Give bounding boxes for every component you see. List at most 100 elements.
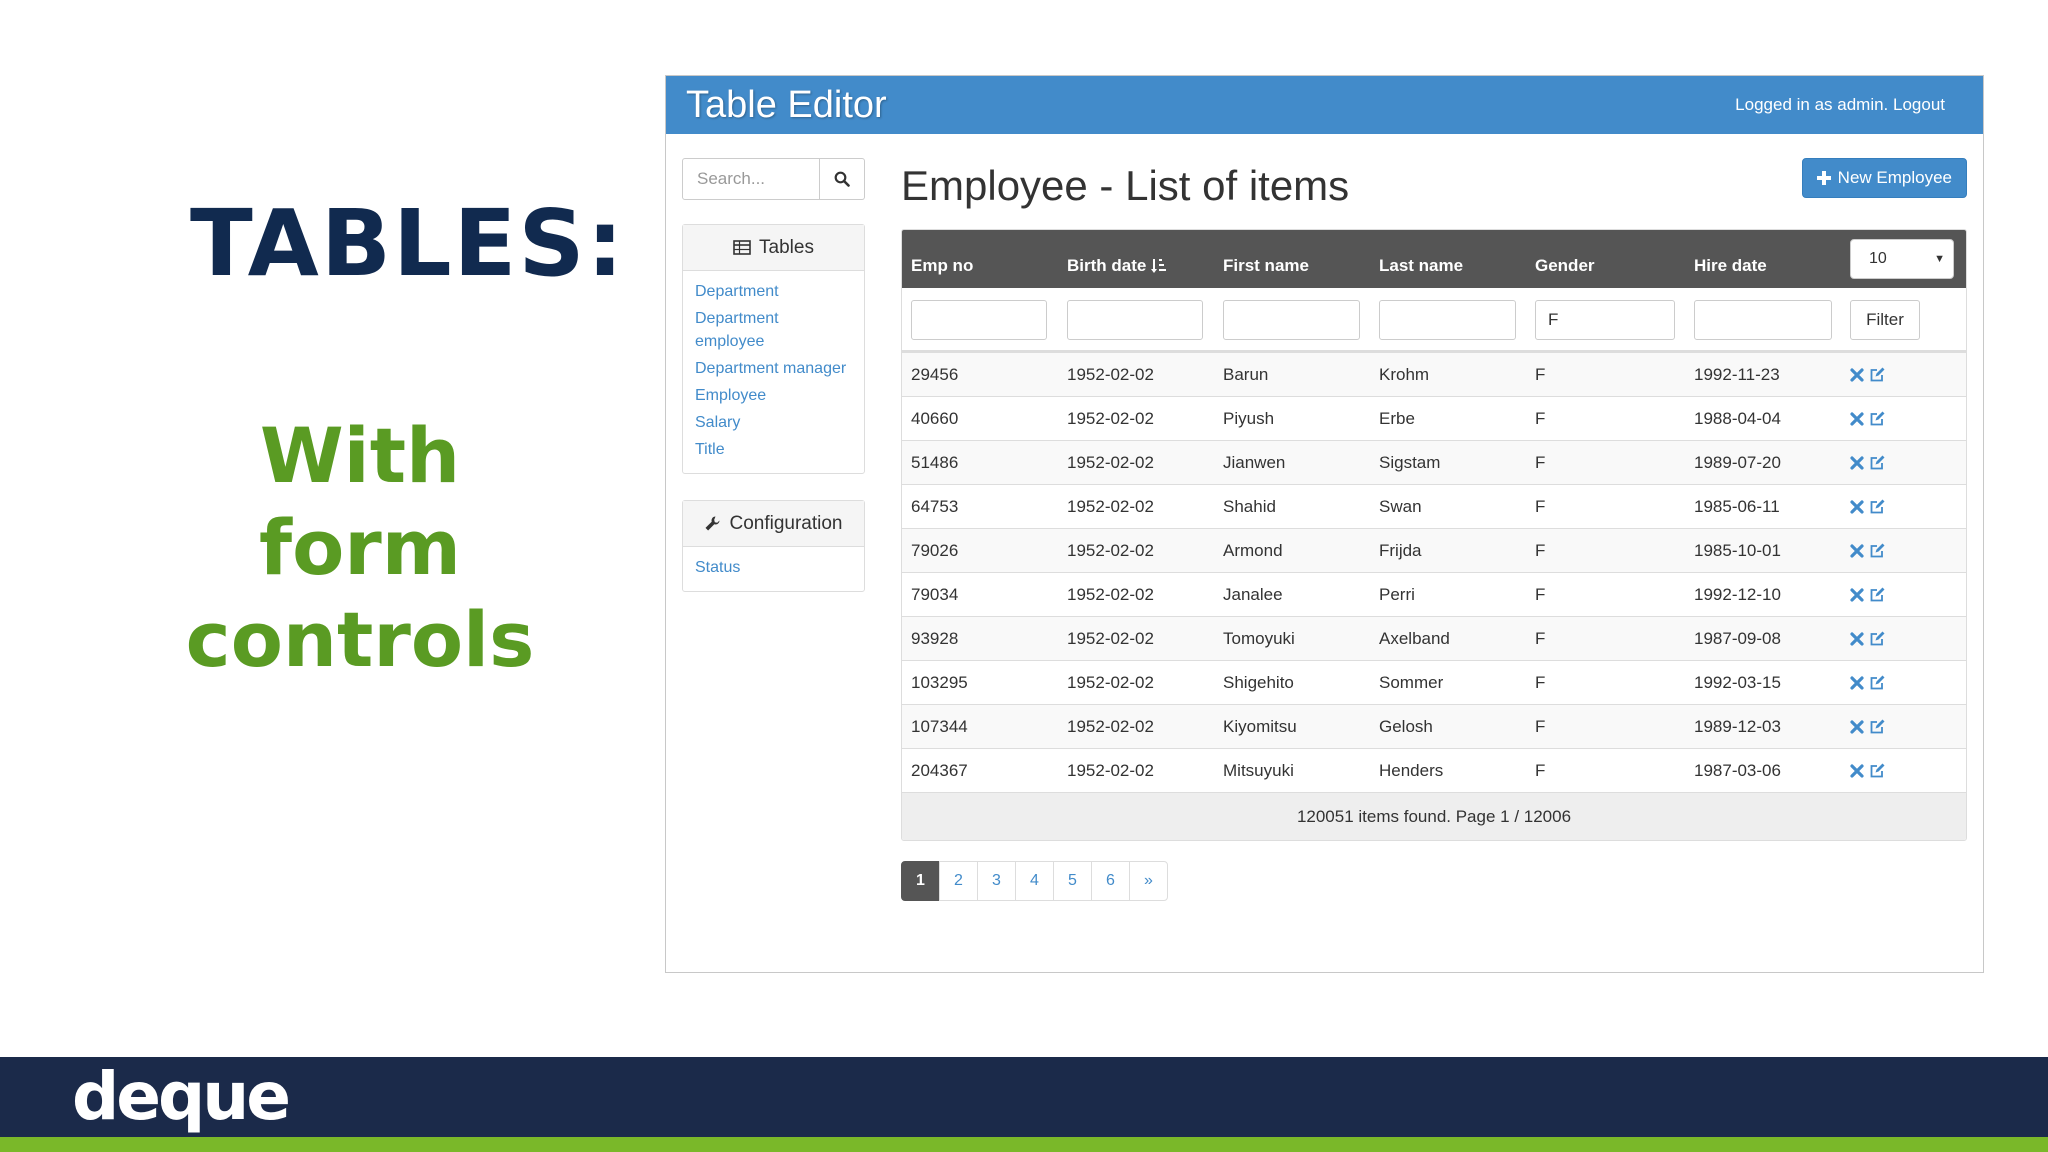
delete-icon[interactable] (1850, 719, 1864, 734)
cell-birth-date: 1952-02-02 (1067, 540, 1154, 560)
cell-last-name: Axelband (1379, 628, 1450, 648)
row-actions (1850, 529, 1885, 572)
table-icon (733, 240, 751, 255)
row-actions (1850, 353, 1885, 396)
sidebar-item-salary[interactable]: Salary (695, 411, 852, 434)
delete-icon[interactable] (1850, 411, 1864, 426)
cell-emp-no: 103295 (911, 672, 968, 692)
sidebar-item-employee[interactable]: Employee (695, 384, 852, 407)
delete-icon[interactable] (1850, 499, 1864, 514)
filter-input-gender[interactable]: F (1535, 300, 1675, 340)
delete-icon[interactable] (1850, 763, 1864, 778)
cell-gender: F (1535, 364, 1546, 384)
table-row: 107344 1952-02-02 Kiyomitsu Gelosh F 1989-12-… (902, 704, 1966, 748)
page-size-select[interactable]: 10 ▼ (1850, 239, 1954, 279)
app-title[interactable]: Table Editor (686, 84, 887, 127)
pagination-page-3[interactable]: 3 (977, 861, 1016, 901)
login-status[interactable]: Logged in as admin. Logout (1735, 95, 1945, 115)
filter-input-first-name[interactable] (1223, 300, 1360, 340)
pagination-page-4[interactable]: 4 (1015, 861, 1054, 901)
delete-icon[interactable] (1850, 543, 1864, 558)
edit-icon[interactable] (1869, 455, 1885, 471)
edit-icon[interactable] (1869, 543, 1885, 559)
cell-gender: F (1535, 496, 1546, 516)
sidebar-item-department-manager[interactable]: Department manager (695, 357, 852, 380)
cell-hire-date: 1992-12-10 (1694, 584, 1781, 604)
table-row: 93928 1952-02-02 Tomoyuki Axelband F 1987-09-… (902, 616, 1966, 660)
delete-icon[interactable] (1850, 675, 1864, 690)
cell-first-name: Tomoyuki (1223, 628, 1295, 648)
row-actions (1850, 617, 1885, 660)
search-group: Search... (682, 158, 865, 200)
cell-birth-date: 1952-02-02 (1067, 364, 1154, 384)
pagination-page-5[interactable]: 5 (1053, 861, 1092, 901)
table-header: Emp no Birth date First name Last name G… (902, 230, 1966, 288)
row-actions (1850, 485, 1885, 528)
configuration-panel: Configuration Status (682, 500, 865, 592)
row-actions (1850, 705, 1885, 748)
filter-row: F Filter (902, 288, 1966, 352)
sidebar-item-title[interactable]: Title (695, 438, 852, 461)
edit-icon[interactable] (1869, 675, 1885, 691)
cell-hire-date: 1992-03-15 (1694, 672, 1781, 692)
edit-icon[interactable] (1869, 499, 1885, 515)
cell-emp-no: 79034 (911, 584, 959, 604)
column-header-emp-no[interactable]: Emp no (911, 230, 973, 288)
cell-hire-date: 1987-09-08 (1694, 628, 1781, 648)
filter-input-emp-no[interactable] (911, 300, 1047, 340)
cell-first-name: Kiyomitsu (1223, 716, 1297, 736)
delete-icon[interactable] (1850, 455, 1864, 470)
table-row: 64753 1952-02-02 Shahid Swan F 1985-06-11 (902, 484, 1966, 528)
edit-icon[interactable] (1869, 367, 1885, 383)
row-actions (1850, 397, 1885, 440)
pagination-page-2[interactable]: 2 (939, 861, 978, 901)
delete-icon[interactable] (1850, 587, 1864, 602)
configuration-panel-heading: Configuration (683, 501, 864, 547)
column-header-gender[interactable]: Gender (1535, 230, 1595, 288)
plus-icon (1816, 171, 1831, 185)
delete-icon[interactable] (1850, 631, 1864, 646)
cell-hire-date: 1992-11-23 (1694, 364, 1780, 384)
filter-input-last-name[interactable] (1379, 300, 1516, 340)
pagination: 1 2 3 4 5 6» (901, 861, 1168, 901)
sidebar-item-department-employee[interactable]: Department employee (695, 307, 852, 353)
row-actions (1850, 441, 1885, 484)
column-header-hire-date[interactable]: Hire date (1694, 230, 1767, 288)
cell-emp-no: 79026 (911, 540, 959, 560)
cell-hire-date: 1985-06-11 (1694, 496, 1780, 516)
edit-icon[interactable] (1869, 719, 1885, 735)
column-header-last-name[interactable]: Last name (1379, 230, 1463, 288)
filter-input-hire-date[interactable] (1694, 300, 1832, 340)
table-row: 29456 1952-02-02 Barun Krohm F 1992-11-23 (902, 352, 1966, 396)
table-row: 40660 1952-02-02 Piyush Erbe F 1988-04-04 (902, 396, 1966, 440)
cell-birth-date: 1952-02-02 (1067, 716, 1154, 736)
column-header-first-name[interactable]: First name (1223, 230, 1309, 288)
edit-icon[interactable] (1869, 763, 1885, 779)
cell-first-name: Mitsuyuki (1223, 760, 1294, 780)
edit-icon[interactable] (1869, 631, 1885, 647)
edit-icon[interactable] (1869, 587, 1885, 603)
app-header: Table Editor Logged in as admin. Logout (666, 76, 1983, 134)
filter-input-birth-date[interactable] (1067, 300, 1203, 340)
cell-last-name: Frijda (1379, 540, 1422, 560)
table-editor-screenshot: Table Editor Logged in as admin. Logout … (665, 75, 1984, 973)
tables-panel-heading: Tables (683, 225, 864, 271)
tables-panel: Tables Department Department employee De… (682, 224, 865, 474)
edit-icon[interactable] (1869, 411, 1885, 427)
pagination-next[interactable]: » (1129, 861, 1168, 901)
search-button[interactable] (820, 158, 865, 200)
new-employee-button[interactable]: New Employee (1801, 158, 1967, 198)
cell-emp-no: 204367 (911, 760, 968, 780)
cell-first-name: Armond (1223, 540, 1283, 560)
sidebar-item-status[interactable]: Status (695, 556, 852, 579)
filter-button[interactable]: Filter (1850, 300, 1920, 340)
column-header-birth-date[interactable]: Birth date (1067, 230, 1167, 288)
main-content: Employee - List of items New Employee Em… (901, 158, 1967, 901)
pagination-page-1[interactable]: 1 (901, 861, 940, 901)
cell-gender: F (1535, 628, 1546, 648)
cell-first-name: Barun (1223, 364, 1269, 384)
delete-icon[interactable] (1850, 367, 1864, 382)
sidebar-item-department[interactable]: Department (695, 280, 852, 303)
pagination-page-6[interactable]: 6 (1091, 861, 1130, 901)
search-input[interactable]: Search... (682, 158, 820, 200)
